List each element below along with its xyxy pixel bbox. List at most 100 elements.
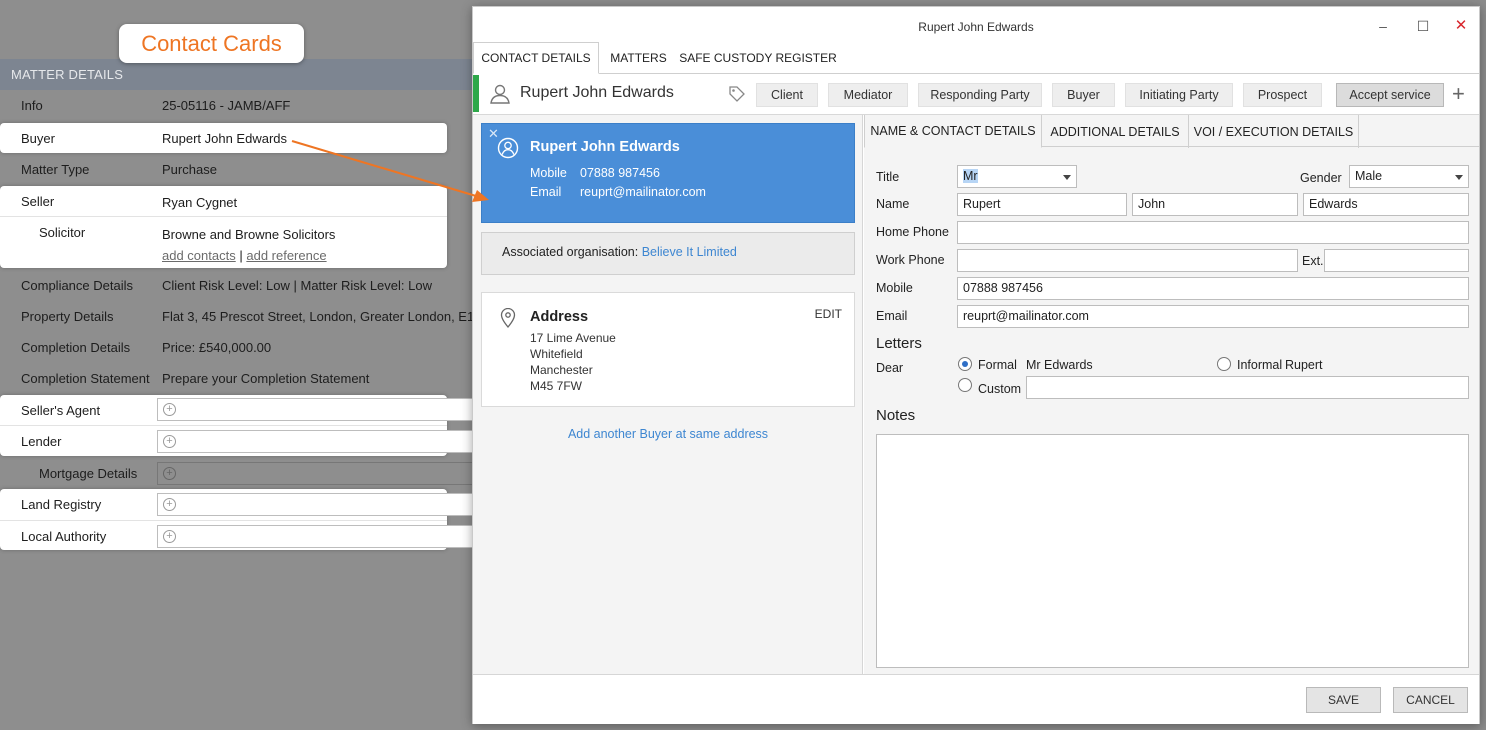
role-buyer-button[interactable]: Buyer [1052, 83, 1115, 107]
add-role-icon[interactable]: + [1452, 81, 1465, 107]
sellers-agent-field[interactable]: + [157, 398, 475, 421]
lender-field[interactable]: + [157, 430, 475, 453]
tab-additional-details[interactable]: ADDITIONAL DETAILS [1042, 115, 1189, 148]
card-name: Rupert John Edwards [530, 139, 680, 155]
property-label: Property Details [21, 309, 114, 324]
matter-type-value: Purchase [162, 162, 217, 177]
tab-contact-details[interactable]: CONTACT DETAILS [473, 42, 599, 74]
formal-radio[interactable] [958, 357, 972, 371]
contact-card-panel: ✕ Rupert John Edwards Mobile 07888 98745… [473, 115, 863, 674]
add-another-buyer-link[interactable]: Add another Buyer at same address [473, 427, 863, 441]
last-name-input[interactable]: Edwards [1303, 193, 1469, 216]
associated-org-link[interactable]: Believe It Limited [642, 245, 737, 259]
add-contacts-link[interactable]: add contacts [162, 248, 236, 263]
role-client-button[interactable]: Client [756, 83, 818, 107]
ext-label: Ext. [1302, 254, 1324, 268]
custom-radio[interactable] [958, 378, 972, 392]
role-responding-party-button[interactable]: Responding Party [918, 83, 1042, 107]
gender-value: Male [1355, 169, 1383, 183]
person-circle-icon [497, 137, 519, 159]
card-email-label: Email [530, 185, 562, 199]
lender-label: Lender [21, 433, 62, 449]
local-authority-field[interactable]: + [157, 525, 475, 548]
card-email-value: reuprt@mailinator.com [580, 185, 706, 199]
seller-value[interactable]: Ryan Cygnet [162, 195, 237, 210]
seller-row[interactable]: Seller Ryan Cygnet [0, 186, 480, 216]
add-circle-icon[interactable]: + [163, 435, 176, 448]
compliance-value: Client Risk Level: Low | Matter Risk Lev… [162, 278, 432, 293]
dialog-footer: SAVE CANCEL [473, 674, 1479, 724]
gender-select[interactable]: Male [1349, 165, 1469, 188]
middle-name-input[interactable]: John [1132, 193, 1298, 216]
tab-name-contact-details[interactable]: NAME & CONTACT DETAILS [864, 115, 1042, 148]
details-panel: NAME & CONTACT DETAILS ADDITIONAL DETAIL… [864, 115, 1479, 674]
property-row: Property Details Flat 3, 45 Prescot Stre… [0, 301, 485, 332]
address-line-3: Manchester [530, 363, 593, 377]
accept-service-button[interactable]: Accept service [1336, 83, 1444, 107]
matter-panel: MATTER DETAILS Info 25-05116 - JAMB/AFF … [0, 0, 485, 730]
informal-value: Rupert [1285, 358, 1323, 372]
tab-matters[interactable]: MATTERS [601, 42, 676, 74]
statement-label: Completion Statement [21, 371, 150, 386]
add-reference-link[interactable]: add reference [246, 248, 326, 263]
buyer-row[interactable]: Buyer Rupert John Edwards [0, 123, 480, 153]
compliance-row: Compliance Details Client Risk Level: Lo… [0, 270, 480, 301]
home-phone-label: Home Phone [876, 225, 949, 239]
statement-value[interactable]: Prepare your Completion Statement [162, 371, 369, 386]
mobile-input[interactable]: 07888 987456 [957, 277, 1469, 300]
name-label: Name [876, 197, 910, 211]
ext-input[interactable] [1324, 249, 1469, 272]
first-name-input[interactable]: Rupert [957, 193, 1127, 216]
formal-label: Formal [978, 358, 1017, 372]
custom-input[interactable] [1026, 376, 1469, 399]
contact-card[interactable]: ✕ Rupert John Edwards Mobile 07888 98745… [481, 123, 855, 223]
notes-textarea[interactable] [876, 434, 1469, 668]
address-edit-button[interactable]: EDIT [815, 307, 842, 321]
solicitor-links-divider: | [239, 248, 243, 263]
address-line-4: M45 7FW [530, 379, 583, 393]
add-circle-icon[interactable]: + [163, 467, 176, 480]
card-mobile-label: Mobile [530, 166, 567, 180]
gender-label: Gender [1300, 171, 1342, 185]
contact-header-bar: Rupert John Edwards Client Mediator Resp… [473, 74, 1479, 115]
close-button[interactable]: ✕ [1449, 15, 1473, 37]
minimize-button[interactable]: – [1371, 15, 1395, 37]
buyer-value[interactable]: Rupert John Edwards [162, 131, 287, 146]
informal-label: Informal [1237, 358, 1283, 372]
role-prospect-button[interactable]: Prospect [1243, 83, 1322, 107]
cancel-button[interactable]: CANCEL [1393, 687, 1468, 713]
seller-label: Seller [21, 193, 55, 209]
land-registry-field[interactable]: + [157, 493, 475, 516]
save-button[interactable]: SAVE [1306, 687, 1381, 713]
role-initiating-party-button[interactable]: Initiating Party [1125, 83, 1233, 107]
role-mediator-button[interactable]: Mediator [828, 83, 908, 107]
solicitor-row[interactable]: Solicitor Browne and Browne Solicitors a… [0, 217, 480, 267]
address-title: Address [530, 309, 589, 325]
custom-label: Custom [978, 382, 1022, 396]
home-phone-input[interactable] [957, 221, 1469, 244]
land-registry-label: Land Registry [21, 497, 102, 512]
add-circle-icon[interactable]: + [163, 530, 176, 543]
dialog-title: Rupert John Edwards [918, 20, 1034, 34]
info-value: 25-05116 - JAMB/AFF [162, 98, 291, 113]
email-label: Email [876, 309, 908, 323]
completion-value: Price: £540,000.00 [162, 340, 272, 355]
mobile-label: Mobile [876, 281, 913, 295]
solicitor-value[interactable]: Browne and Browne Solicitors [162, 227, 335, 242]
main-tabs: CONTACT DETAILS MATTERS SAFE CUSTODY REG… [473, 42, 1479, 74]
contact-name: Rupert John Edwards [520, 84, 674, 101]
tab-safe-custody-register[interactable]: SAFE CUSTODY REGISTER [678, 42, 838, 74]
solicitor-links: add contacts | add reference [162, 248, 327, 263]
work-phone-input[interactable] [957, 249, 1298, 272]
tab-voi-execution-details[interactable]: VOI / EXECUTION DETAILS [1189, 115, 1359, 148]
mortgage-field[interactable]: + [157, 462, 475, 485]
add-circle-icon[interactable]: + [163, 403, 176, 416]
email-input[interactable]: reuprt@mailinator.com [957, 305, 1469, 328]
associated-label: Associated organisation: [502, 245, 639, 259]
maximize-button[interactable]: ☐ [1411, 15, 1435, 37]
title-select[interactable]: Mr [957, 165, 1077, 188]
informal-radio[interactable] [1217, 357, 1231, 371]
status-strip [473, 75, 479, 112]
title-label: Title [876, 170, 900, 184]
add-circle-icon[interactable]: + [163, 498, 176, 511]
